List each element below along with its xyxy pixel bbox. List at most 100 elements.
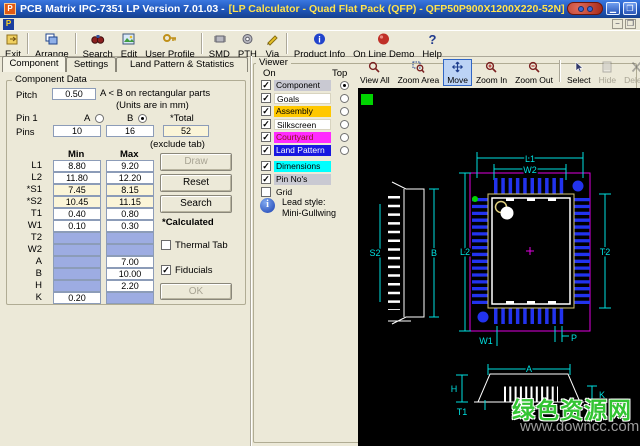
s2-max-field[interactable]: 11.15 [106,196,154,208]
dim-label-s2: S2 [369,248,380,258]
pth-button[interactable]: PTH [234,32,261,56]
row-label-l1: L1 [8,160,42,171]
a-min-field [53,256,101,268]
zoom-in-button[interactable]: Zoom In [472,59,511,86]
b-max-field[interactable]: 10.00 [106,268,154,280]
assembly-layer-checkbox[interactable] [261,106,271,116]
goals-layer-checkbox[interactable] [261,93,271,103]
courtyard-top-radio[interactable] [340,133,349,142]
search-button[interactable]: Search [79,32,117,56]
thermal-tab-checkbox[interactable] [161,240,171,250]
w1-max-field[interactable]: 0.30 [106,220,154,232]
arrange-button[interactable]: Arrange [31,32,73,56]
svg-text:i: i [318,35,321,45]
land-pattern-top-radio[interactable] [340,146,349,155]
search-parts-button[interactable]: Search [160,195,232,213]
row-label-a: A [8,256,42,267]
smd-component-icon [212,32,227,49]
t1-max-field[interactable]: 0.80 [106,208,154,220]
pitch-field[interactable]: 0.50 [52,88,96,100]
mdi-child-icon: P [3,19,14,30]
draw-button[interactable]: Draw [160,153,232,171]
ok-button[interactable]: OK [160,283,232,300]
b-min-field [53,268,101,280]
w2-max-field [106,244,154,256]
pins-a-field[interactable]: 10 [53,125,101,137]
delete-button[interactable]: Delete [620,59,640,86]
zoom-out-button[interactable]: Zoom Out [511,59,557,86]
component-top-radio[interactable] [340,81,349,90]
select-cursor-icon [572,61,585,75]
courtyard-layer-checkbox[interactable] [261,132,271,142]
move-button[interactable]: Move [443,59,472,86]
pin1-label: Pin 1 [16,113,38,124]
app-window: P PCB Matrix IPC-7351 LP Version 7.01.03… [0,0,640,446]
select-button[interactable]: Select [563,59,595,86]
window-skin-buttons[interactable] [567,2,603,15]
k-min-field[interactable]: 0.20 [53,292,101,304]
dimensions-layer-checkbox[interactable] [261,161,271,171]
exit-button[interactable]: Exit [1,32,25,56]
via-button[interactable]: Via [261,32,284,56]
silkscreen-layer-checkbox[interactable] [261,119,271,129]
child-minimize-button[interactable]: − [612,19,623,29]
s1-max-field[interactable]: 8.15 [106,184,154,196]
smd-button[interactable]: SMD [205,32,234,56]
tab-settings[interactable]: Settings [66,57,116,72]
reset-button[interactable]: Reset [160,174,232,192]
zoom-area-button[interactable]: Zoom Area [394,59,444,86]
a-max-field[interactable]: 7.00 [106,256,154,268]
online-demo-button[interactable]: On Line Demo [349,32,418,56]
t1-min-field[interactable]: 0.40 [53,208,101,220]
grid-checkbox[interactable] [261,187,271,197]
app-icon: P [4,3,16,15]
dim-label-l2: L2 [460,247,470,257]
row-label-s1: *S1 [8,184,42,195]
goals-top-radio[interactable] [340,94,349,103]
fiducials-checkbox[interactable] [161,265,171,275]
component-layer-checkbox[interactable] [261,80,271,90]
dim-label-w2: W2 [523,165,537,175]
total-label: *Total [170,113,194,124]
w1-min-field[interactable]: 0.10 [53,220,101,232]
edit-icon [121,32,136,49]
lead-style-text: Lead style: Mini-Gullwing [282,197,336,219]
silkscreen-top-radio[interactable] [340,120,349,129]
dim-label-t2: T2 [600,247,611,257]
land-pattern-layer-label: Land Pattern [274,145,331,156]
minimize-button[interactable]: ▁ [606,2,620,15]
pin-numbers-layer-checkbox[interactable] [261,174,271,184]
l2-min-field[interactable]: 11.80 [53,172,101,184]
search-binoculars-icon [90,32,105,49]
hide-button[interactable]: Hide [595,59,620,86]
child-restore-button[interactable]: ❐ [625,19,636,29]
view-all-button[interactable]: View All [356,59,394,86]
dim-label-t1: T1 [457,407,468,417]
pins-b-field[interactable]: 16 [106,125,154,137]
help-button[interactable]: ? Help [418,32,446,56]
l1-max-field[interactable]: 9.20 [106,160,154,172]
h-max-field[interactable]: 2.20 [106,280,154,292]
pin1-a-radio[interactable] [95,114,104,123]
user-profile-button[interactable]: User Profile [141,32,199,56]
arrange-windows-icon [44,32,59,49]
assembly-top-radio[interactable] [340,107,349,116]
s2-min-field[interactable]: 10.45 [53,196,101,208]
tab-component[interactable]: Component [2,56,66,72]
product-info-button[interactable]: i Product Info [290,32,349,56]
edit-button[interactable]: Edit [117,32,141,56]
total-field: 52 [163,125,209,137]
t2-min-field [53,232,101,244]
delete-icon [630,61,640,75]
pth-component-icon [240,32,255,49]
l1-min-field[interactable]: 8.80 [53,160,101,172]
k-max-field [106,292,154,304]
tab-land-pattern-statistics[interactable]: Land Pattern & Statistics [116,57,248,72]
land-pattern-layer-checkbox[interactable] [261,145,271,155]
l2-max-field[interactable]: 12.20 [106,172,154,184]
pin1-b-radio[interactable] [138,114,147,123]
user-profile-key-icon [162,32,177,49]
pin1-b-label: B [127,113,133,124]
s1-min-field[interactable]: 7.45 [53,184,101,196]
maximize-button[interactable]: ❐ [623,2,637,15]
